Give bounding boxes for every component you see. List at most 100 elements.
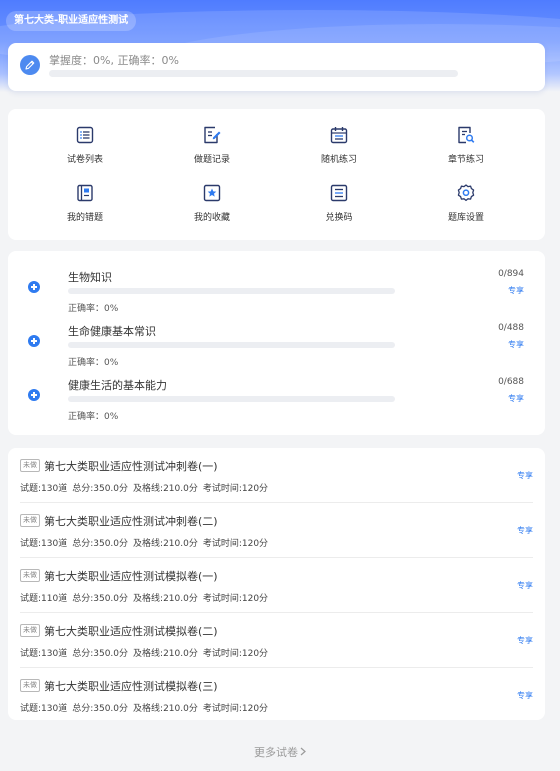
mastery-text: 掌握度：0%, 正确率：0% — [49, 54, 179, 67]
topic-name: 生物知识 — [68, 271, 112, 284]
mastery-progress-bar — [49, 70, 458, 77]
paper-title[interactable]: 第七大类职业适应性测试模拟卷(三) — [44, 678, 218, 694]
pencil-icon — [20, 55, 40, 75]
topic-item[interactable]: 健康生活的基本能力 正确率：0% 0/688 专享 — [8, 377, 545, 431]
paper-time: 考试时间:120分 — [202, 484, 269, 494]
paper-score: 总分:350.0分 — [72, 649, 129, 659]
topic-accuracy: 正确率：0% — [68, 358, 119, 368]
paper-questions: 试题:110道 — [20, 594, 68, 604]
paper-item[interactable]: 未做 第七大类职业适应性测试模拟卷(一) 试题:110道 总分:350.0分 及格线… — [8, 558, 545, 613]
exclusive-link[interactable]: 专享 — [508, 339, 524, 350]
paper-questions: 试题:130道 — [20, 539, 68, 549]
menu-item-practice-record[interactable]: 做题记录 — [162, 125, 262, 175]
exclusive-link[interactable]: 专享 — [517, 580, 533, 591]
menu-item-favorites[interactable]: 我的收藏 — [162, 183, 262, 233]
paper-score: 总分:350.0分 — [72, 594, 129, 604]
paper-time: 考试时间:120分 — [202, 539, 269, 549]
menu-label: 我的错题 — [66, 213, 103, 223]
topic-progress-bar — [68, 342, 395, 348]
exclusive-link[interactable]: 专享 — [517, 470, 533, 481]
paper-time: 考试时间:120分 — [202, 704, 269, 714]
paper-score: 总分:350.0分 — [72, 704, 129, 714]
calendar-icon — [330, 127, 348, 144]
topic-progress-bar — [68, 288, 395, 294]
menu-label: 试卷列表 — [66, 155, 103, 165]
paper-item[interactable]: 未做 第七大类职业适应性测试模拟卷(二) 试题:130道 总分:350.0分 及格线… — [8, 613, 545, 668]
paper-questions: 试题:130道 — [20, 484, 68, 494]
topic-count: 0/688 — [498, 377, 524, 387]
topic-item[interactable]: 生物知识 正确率：0% 0/894 专享 — [8, 269, 545, 323]
paper-score: 总分:350.0分 — [72, 539, 129, 549]
more-papers-link[interactable]: 更多试卷 — [0, 744, 560, 760]
menu-item-random-practice[interactable]: 随机练习 — [289, 125, 389, 175]
edit-record-icon — [204, 126, 221, 144]
topic-name: 生命健康基本常识 — [68, 325, 156, 338]
paper-pass-line: 及格线:210.0分 — [133, 539, 198, 549]
paper-pass-line: 及格线:210.0分 — [133, 649, 198, 659]
paper-pass-line: 及格线:210.0分 — [133, 594, 198, 604]
menu-label: 做题记录 — [193, 155, 230, 165]
mastery-card: 掌握度：0%, 正确率：0% — [8, 43, 545, 91]
gear-icon — [457, 184, 475, 202]
book-icon — [77, 184, 93, 202]
paper-meta: 试题:110道 总分:350.0分 及格线:210.0分 考试时间:120分 — [20, 591, 273, 604]
menu-label: 兑换码 — [325, 213, 353, 223]
exclusive-link[interactable]: 专享 — [508, 393, 524, 404]
menu-item-redeem-code[interactable]: 兑换码 — [289, 183, 389, 233]
menu-item-wrong-questions[interactable]: 我的错题 — [35, 183, 135, 233]
paper-title[interactable]: 第七大类职业适应性测试冲刺卷(二) — [44, 513, 218, 529]
topic-item[interactable]: 生命健康基本常识 正确率：0% 0/488 专享 — [8, 323, 545, 377]
topic-list: 生物知识 正确率：0% 0/894 专享 生命健康基本常识 正确率：0% 0/4… — [8, 251, 545, 435]
paper-item[interactable]: 未做 第七大类职业适应性测试冲刺卷(一) 试题:130道 总分:350.0分 及格线… — [8, 448, 545, 503]
exclusive-link[interactable]: 专享 — [517, 690, 533, 701]
menu-item-chapter-practice[interactable]: 章节练习 — [416, 125, 516, 175]
menu-label: 随机练习 — [320, 155, 357, 165]
page-title: 第七大类-职业适应性测试 — [6, 11, 137, 31]
status-badge: 未做 — [20, 679, 40, 692]
exclusive-link[interactable]: 专享 — [517, 525, 533, 536]
paper-item[interactable]: 未做 第七大类职业适应性测试模拟卷(三) 试题:130道 总分:350.0分 及格线… — [8, 668, 545, 723]
exclusive-link[interactable]: 专享 — [508, 285, 524, 296]
topic-accuracy: 正确率：0% — [68, 304, 119, 314]
plus-circle-icon[interactable] — [28, 389, 40, 401]
paper-score: 总分:350.0分 — [72, 484, 129, 494]
exclusive-link[interactable]: 专享 — [517, 635, 533, 646]
search-doc-icon — [458, 126, 475, 144]
status-badge: 未做 — [20, 569, 40, 582]
paper-pass-line: 及格线:210.0分 — [133, 484, 198, 494]
paper-meta: 试题:130道 总分:350.0分 及格线:210.0分 考试时间:120分 — [20, 481, 273, 494]
menu-item-bank-settings[interactable]: 题库设置 — [416, 183, 516, 233]
paper-meta: 试题:130道 总分:350.0分 及格线:210.0分 考试时间:120分 — [20, 646, 273, 659]
paper-questions: 试题:130道 — [20, 649, 68, 659]
code-list-icon — [330, 184, 348, 202]
topic-accuracy: 正确率：0% — [68, 412, 119, 422]
paper-title[interactable]: 第七大类职业适应性测试模拟卷(一) — [44, 568, 218, 584]
plus-circle-icon[interactable] — [28, 281, 40, 293]
paper-time: 考试时间:120分 — [202, 649, 269, 659]
topic-count: 0/488 — [498, 323, 524, 333]
menu-label: 我的收藏 — [193, 213, 230, 223]
paper-title[interactable]: 第七大类职业适应性测试模拟卷(二) — [44, 623, 218, 639]
paper-questions: 试题:130道 — [20, 704, 68, 714]
paper-item[interactable]: 未做 第七大类职业适应性测试冲刺卷(二) 试题:130道 总分:350.0分 及格线… — [8, 503, 545, 558]
list-icon — [76, 126, 94, 144]
status-badge: 未做 — [20, 624, 40, 637]
paper-list: 未做 第七大类职业适应性测试冲刺卷(一) 试题:130道 总分:350.0分 及格线… — [8, 448, 545, 720]
menu-label: 题库设置 — [447, 213, 484, 223]
status-badge: 未做 — [20, 459, 40, 472]
paper-pass-line: 及格线:210.0分 — [133, 704, 198, 714]
feature-menu: 试卷列表 做题记录 随机练习 章节练习 我的错题 我的收藏 兑换码 题库设置 — [8, 109, 545, 240]
topic-count: 0/894 — [498, 269, 524, 279]
paper-title[interactable]: 第七大类职业适应性测试冲刺卷(一) — [44, 458, 218, 474]
paper-meta: 试题:130道 总分:350.0分 及格线:210.0分 考试时间:120分 — [20, 536, 273, 549]
more-papers-label: 更多试卷 — [254, 746, 298, 759]
paper-time: 考试时间:120分 — [202, 594, 269, 604]
star-icon — [203, 184, 221, 202]
topic-progress-bar — [68, 396, 395, 402]
menu-label: 章节练习 — [447, 155, 484, 165]
menu-item-paper-list[interactable]: 试卷列表 — [35, 125, 135, 175]
plus-circle-icon[interactable] — [28, 335, 40, 347]
topic-name: 健康生活的基本能力 — [68, 379, 167, 392]
status-badge: 未做 — [20, 514, 40, 527]
paper-meta: 试题:130道 总分:350.0分 及格线:210.0分 考试时间:120分 — [20, 701, 273, 714]
